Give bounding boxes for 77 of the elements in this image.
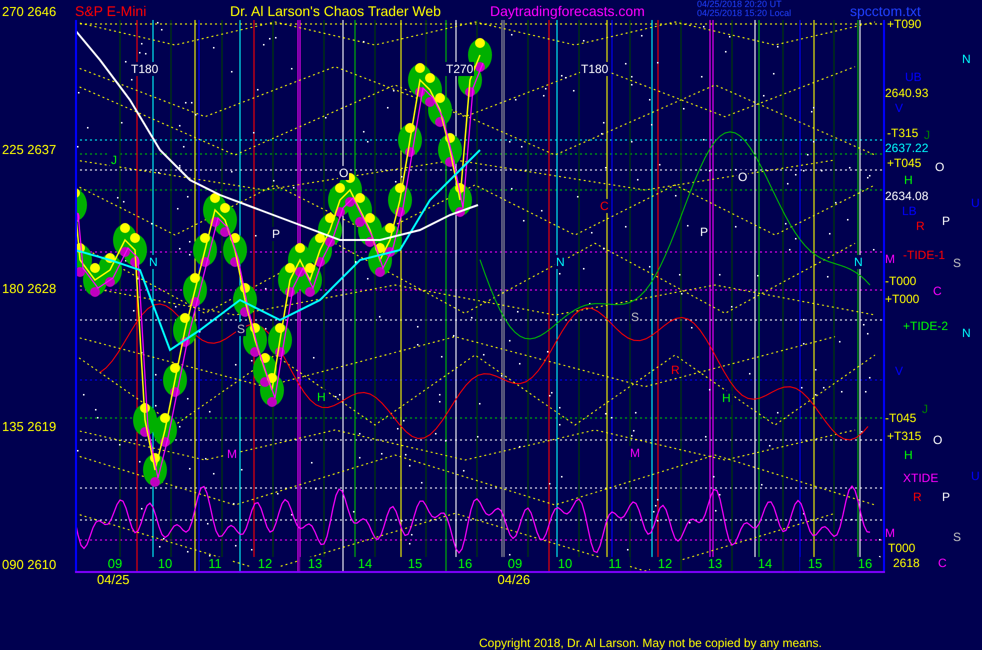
level-label: +T315	[887, 429, 922, 443]
chart-label: S	[236, 322, 246, 336]
level-label: N	[962, 326, 971, 340]
level-label: -T315	[887, 126, 918, 140]
chart-label: R	[670, 363, 681, 377]
level-label: P	[942, 214, 950, 228]
date-label: 04/26	[498, 573, 530, 587]
level-label: V	[895, 101, 904, 115]
axis-label: 225 2637	[2, 142, 58, 158]
level-label: 2618	[893, 556, 920, 570]
level-label: +TIDE-2	[903, 319, 948, 333]
level-label: O	[933, 433, 942, 447]
chart-label: T180	[580, 62, 610, 76]
chart-label: P	[271, 227, 282, 241]
chart-label: H	[316, 390, 327, 404]
level-label: M	[885, 526, 895, 540]
level-label: 2637.22	[885, 141, 928, 155]
level-label: J	[922, 402, 928, 416]
date-label: 04/25	[97, 573, 130, 587]
file-name: spcctom.txt	[850, 2, 922, 19]
hour-label: 09	[500, 557, 530, 571]
copyright-notice: Copyright 2018, Dr. Al Larson. May not be copied by any means.	[478, 636, 823, 650]
level-label: U	[971, 469, 980, 483]
level-label: V	[895, 364, 904, 378]
chart-label: T180	[130, 62, 160, 76]
chart-label: S	[630, 310, 640, 324]
level-label: -TIDE-1	[903, 248, 945, 262]
website-link[interactable]: Daytradingforecasts.com	[490, 0, 697, 19]
level-label: H	[904, 173, 913, 187]
chart-label: J	[110, 153, 118, 167]
level-label: P	[942, 490, 950, 504]
axis-label: 090 2610	[2, 557, 58, 573]
chart-label: M	[629, 446, 641, 460]
level-label: 2640.93	[885, 86, 928, 100]
chart-label: O	[338, 166, 350, 180]
level-label: UB	[905, 70, 922, 84]
chart-label: T270	[445, 62, 474, 76]
level-label: +T045	[887, 156, 922, 170]
level-label: C	[938, 556, 947, 570]
chart-label: M	[226, 447, 238, 461]
hour-label: 11	[600, 557, 630, 571]
chart-label: N	[148, 255, 159, 269]
axis-label: 180 2628	[2, 280, 58, 296]
chart-label: N	[853, 255, 864, 269]
hour-label: 12	[650, 557, 680, 571]
hour-label: 15	[800, 557, 830, 571]
level-label: T000	[888, 541, 916, 555]
chart-label: P	[699, 225, 710, 239]
hour-label: 12	[250, 557, 280, 571]
level-label: XTIDE	[903, 471, 938, 485]
axis-label: 135 2619	[2, 418, 58, 435]
level-label: H	[904, 448, 913, 462]
symbol-name: S&P E-Mini	[75, 2, 148, 19]
timestamp: 04/25/2018 15:20 Local	[697, 9, 792, 18]
level-label: +T000	[885, 292, 920, 306]
level-label: C	[933, 284, 942, 298]
level-label: 2634.08	[885, 189, 928, 203]
chart-label: C	[599, 199, 610, 213]
level-label: N	[962, 52, 971, 66]
level-label: +T090	[887, 17, 922, 31]
timestamp: 04/25/2018 20:20 UT	[697, 0, 783, 9]
level-label: R	[913, 490, 922, 504]
level-label: M	[885, 252, 895, 266]
level-label: -T045	[885, 411, 916, 425]
level-label: S	[953, 256, 962, 270]
chart-label: H	[721, 391, 732, 405]
chart-label: N	[555, 255, 566, 269]
level-label: S	[953, 530, 962, 544]
level-label: J	[924, 128, 930, 142]
level-label: R	[916, 219, 925, 233]
chart-label: O	[737, 170, 748, 184]
level-label: U	[971, 196, 980, 210]
chart-title: Dr. Al Larson's Chaos Trader Web	[230, 2, 442, 19]
level-label: -T000	[885, 274, 916, 288]
level-label: O	[935, 160, 944, 174]
axis-label: 270 2646	[2, 4, 58, 20]
level-label: LB	[902, 204, 917, 218]
